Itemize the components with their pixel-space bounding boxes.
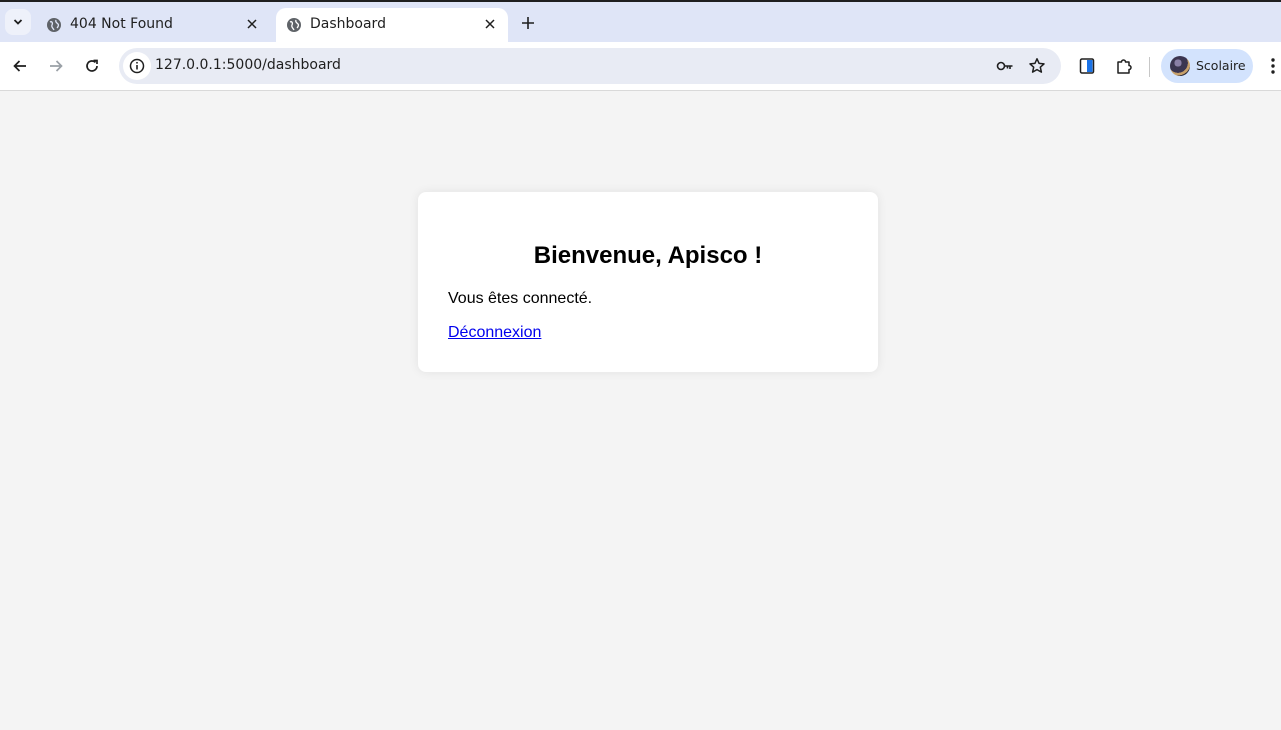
- back-button[interactable]: [8, 54, 32, 78]
- logout-link[interactable]: Déconnexion: [448, 324, 541, 342]
- browser-menu-button[interactable]: [1264, 54, 1281, 78]
- key-icon: [996, 61, 1013, 71]
- address-bar[interactable]: 127.0.0.1:5000/dashboard: [119, 48, 1061, 84]
- site-info-button[interactable]: [123, 52, 151, 80]
- reload-button[interactable]: [80, 54, 104, 78]
- connection-status-text: Vous êtes connecté.: [448, 290, 593, 307]
- star-icon: [1029, 58, 1045, 73]
- arrow-right-icon: [50, 60, 63, 72]
- browser-toolbar: 127.0.0.1:5000/dashboard Scolaire: [0, 42, 1281, 91]
- info-icon: [129, 58, 145, 74]
- url-text[interactable]: 127.0.0.1:5000/dashboard: [155, 57, 341, 73]
- tab-dashboard[interactable]: Dashboard: [276, 8, 508, 44]
- puzzle-icon: [1117, 59, 1132, 74]
- extensions-button[interactable]: [1112, 54, 1136, 78]
- chevron-down-icon: [13, 19, 23, 25]
- tab-title: 404 Not Found: [70, 16, 173, 32]
- close-tab-icon[interactable]: [482, 16, 498, 32]
- tab-strip: 404 Not Found Dashboard: [0, 0, 1281, 44]
- toolbar-divider: [1149, 57, 1150, 77]
- tab-search-button[interactable]: [5, 9, 31, 35]
- reload-icon: [86, 59, 98, 72]
- side-panel-icon: [1079, 58, 1095, 74]
- close-tab-icon[interactable]: [244, 16, 260, 32]
- profile-button[interactable]: Scolaire: [1161, 49, 1253, 83]
- tab-title: Dashboard: [310, 16, 386, 32]
- forward-button[interactable]: [44, 54, 68, 78]
- page-viewport: Bienvenue, Apisco ! Vous êtes connecté. …: [0, 92, 1281, 730]
- new-tab-button[interactable]: [516, 11, 540, 35]
- arrow-left-icon: [13, 60, 26, 72]
- globe-icon: [287, 18, 301, 32]
- globe-icon: [47, 18, 61, 32]
- more-vertical-icon: [1270, 58, 1275, 74]
- dashboard-card: Bienvenue, Apisco ! Vous êtes connecté. …: [418, 192, 878, 372]
- avatar: [1170, 56, 1190, 76]
- profile-name: Scolaire: [1196, 58, 1246, 73]
- welcome-heading: Bienvenue, Apisco !: [533, 242, 763, 269]
- bookmark-button[interactable]: [1025, 54, 1049, 78]
- password-key-button[interactable]: [993, 54, 1017, 78]
- side-panel-button[interactable]: [1075, 54, 1099, 78]
- plus-icon: [522, 17, 534, 29]
- tab-404-not-found[interactable]: 404 Not Found: [36, 8, 270, 44]
